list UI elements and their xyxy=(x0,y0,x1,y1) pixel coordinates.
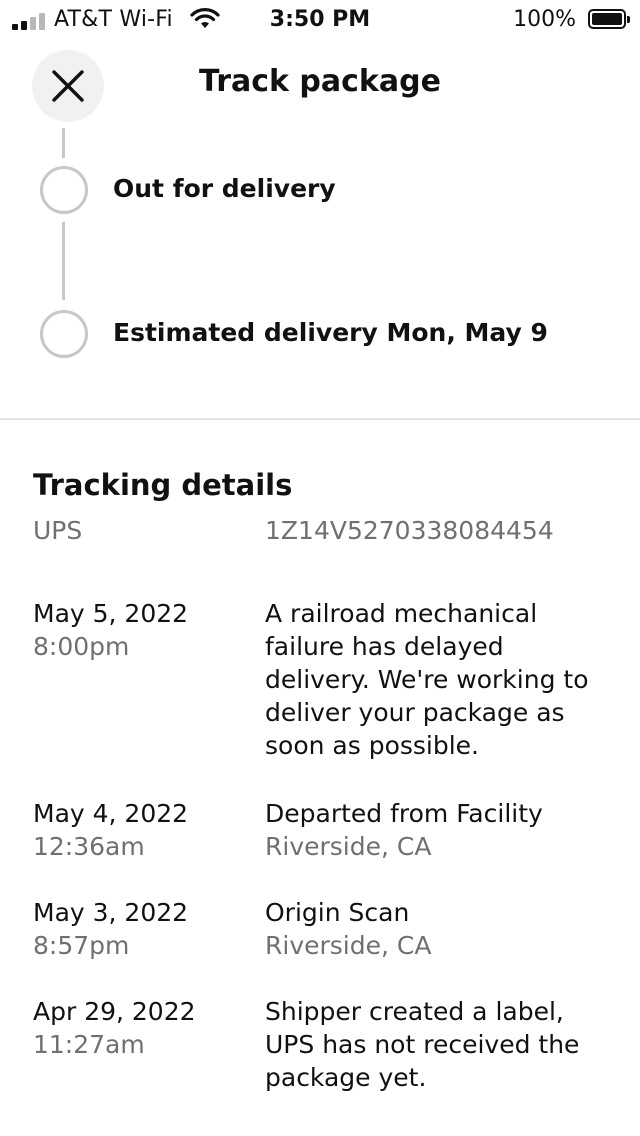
battery-percentage: 100% xyxy=(513,7,576,32)
event-time: 11:27am xyxy=(33,1030,145,1059)
shipping-carrier: UPS xyxy=(33,516,83,545)
event-description-text: Shipper created a label, UPS has not rec… xyxy=(265,997,580,1092)
timeline-step-estimated-delivery: Estimated delivery Mon, May 9 xyxy=(113,318,548,347)
event-time: 12:36am xyxy=(33,832,145,861)
tracking-details-title: Tracking details xyxy=(33,468,293,502)
event-time: 8:57pm xyxy=(33,931,130,960)
section-divider xyxy=(0,418,640,420)
event-location: Riverside, CA xyxy=(265,931,432,960)
event-description-text: A railroad mechanical failure has delaye… xyxy=(265,599,589,760)
event-location: Riverside, CA xyxy=(265,832,432,861)
status-bar: AT&T Wi-Fi 3:50 PM 100% xyxy=(0,0,640,40)
event-description: A railroad mechanical failure has delaye… xyxy=(265,597,615,762)
tracking-number[interactable]: 1Z14V5270338084454 xyxy=(265,516,554,545)
timeline-step-circle xyxy=(40,166,88,214)
timeline-connector xyxy=(62,128,65,158)
timeline-connector xyxy=(62,222,65,300)
event-description: Departed from Facility Riverside, CA xyxy=(265,797,615,863)
event-date: May 4, 2022 xyxy=(33,799,189,828)
battery-icon xyxy=(588,9,630,29)
event-description-text: Departed from Facility xyxy=(265,799,543,828)
event-date: May 3, 2022 xyxy=(33,898,189,927)
event-description: Shipper created a label, UPS has not rec… xyxy=(265,995,615,1094)
timeline-step-circle xyxy=(40,310,88,358)
event-description-text: Origin Scan xyxy=(265,898,410,927)
event-description: Origin Scan Riverside, CA xyxy=(265,896,615,962)
event-date: Apr 29, 2022 xyxy=(33,997,196,1026)
timeline-step-out-for-delivery: Out for delivery xyxy=(113,174,336,203)
event-date: May 5, 2022 xyxy=(33,599,189,628)
page-title: Track package xyxy=(199,64,441,99)
event-time: 8:00pm xyxy=(33,632,130,661)
